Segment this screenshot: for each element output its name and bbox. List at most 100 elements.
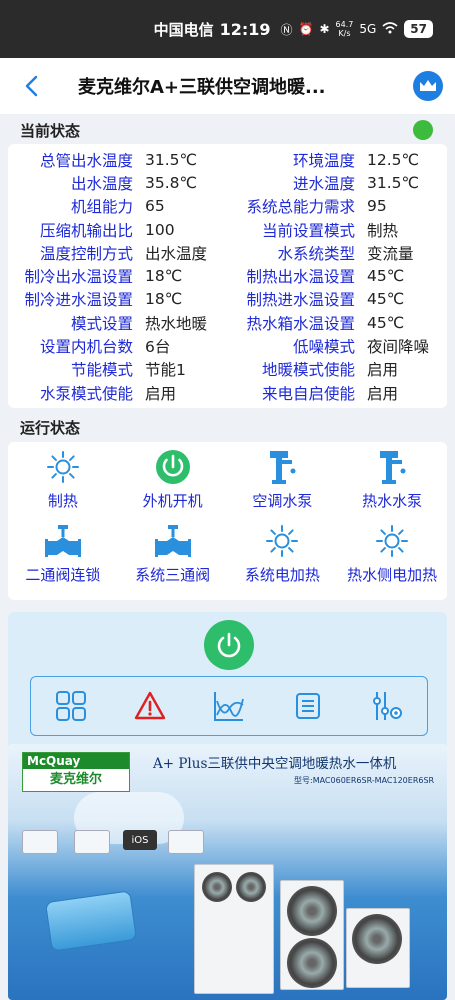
clock: 12:19 [219, 19, 271, 39]
param-value: 热水地暖 [145, 314, 208, 333]
param-value: 启用 [367, 361, 399, 380]
param-value: 启用 [367, 384, 399, 403]
fan-graphic [202, 872, 232, 902]
water-pump-icon [372, 448, 412, 486]
param-label: 当前设置模式 [261, 221, 355, 240]
current-status-title: 当前状态 [20, 121, 81, 140]
device-icon [168, 830, 204, 854]
running-state-item: 二通阀连锁 [8, 522, 118, 596]
running-state-item: 系统电加热 [228, 522, 338, 596]
status-row: 模式设置 热水地暖 热水箱水温设置 45℃ [8, 311, 447, 334]
param-label: 设置内机台数 [39, 338, 133, 357]
param-value: 18℃ [145, 267, 183, 286]
battery-indicator: 57 [404, 20, 433, 38]
valve-icon [153, 522, 193, 560]
sun-icon [372, 522, 412, 560]
running-state-header: 运行状态 [0, 412, 455, 442]
mcquay-logo: McQuay 麦克维尔 [22, 752, 130, 792]
settings-sliders-icon[interactable] [367, 686, 407, 726]
app-header: 麦克维尔A+三联供空调地暖... [0, 58, 455, 114]
param-value: 变流量 [367, 244, 414, 263]
param-label: 机组能力 [70, 198, 133, 217]
current-status-card: 总管出水温度 31.5℃ 环境温度 12.5℃ 出水温度 35.8℃ 进水温度 31.5℃ 机组… [8, 144, 447, 409]
status-row: 总管出水温度 31.5℃ 环境温度 12.5℃ [8, 148, 447, 171]
running-state-item: 制热 [8, 448, 118, 522]
param-value: 出水温度 [145, 244, 208, 263]
power-icon [217, 632, 241, 658]
trend-chart-icon[interactable] [209, 686, 249, 726]
sun-icon [262, 522, 302, 560]
running-state-item: 系统三通阀 [118, 522, 228, 596]
ios-badge: iOS [123, 830, 157, 850]
status-row: 制冷进水温设置 18℃ 制热进水温设置 45℃ [8, 288, 447, 311]
param-value: 31.5℃ [367, 173, 419, 192]
running-state-label: 热水侧电加热 [347, 566, 438, 585]
param-value: 65 [145, 197, 165, 216]
param-label: 进水温度 [292, 174, 355, 193]
param-value: 启用 [145, 384, 177, 403]
status-row: 节能模式 节能1 地暖模式使能 启用 [8, 358, 447, 381]
status-row: 机组能力 65 系统总能力需求 95 [8, 195, 447, 218]
online-status-indicator [413, 120, 433, 140]
running-state-label: 二通阀连锁 [25, 566, 101, 585]
param-label: 总管出水温度 [39, 151, 133, 170]
fan-graphic [287, 886, 337, 936]
crown-icon[interactable] [413, 71, 443, 101]
banner-model: 型号:MAC060ER6SR-MAC120ER6SR [294, 776, 435, 785]
param-label: 水系统类型 [277, 244, 355, 263]
product-banner[interactable]: McQuay 麦克维尔 A+ Plus三联供中央空调地暖热水一体机 型号:MAC… [8, 744, 447, 1000]
status-row: 水泵模式使能 启用 来电自启使能 启用 [8, 381, 447, 404]
carrier-name: 中国电信 [153, 20, 214, 39]
running-state-label: 空调水泵 [252, 492, 313, 511]
nfc-icon: Ⓝ [280, 22, 293, 37]
water-pump-icon [262, 448, 302, 486]
status-bar: 中国电信 12:19 Ⓝ ⏰ ✱ 64.7 K/s 5G 57 [0, 0, 455, 58]
param-value: 12.5℃ [367, 150, 419, 169]
function-toolbar [30, 676, 428, 737]
param-label: 热水箱水温设置 [246, 314, 355, 333]
fan-graphic [287, 938, 337, 988]
alarm-warning-icon[interactable] [130, 686, 170, 726]
param-value: 节能1 [145, 361, 186, 380]
page-title: 麦克维尔A+三联供空调地暖... [78, 77, 326, 98]
grid-menu-icon[interactable] [51, 686, 91, 726]
param-label: 水泵模式使能 [39, 384, 133, 403]
param-label: 地暖模式使能 [261, 361, 355, 380]
valve-icon [43, 522, 83, 560]
status-row: 设置内机台数 6台 低噪模式 夜间降噪 [8, 334, 447, 357]
param-value: 95 [367, 197, 387, 216]
back-arrow-icon[interactable] [24, 74, 48, 98]
param-value: 6台 [145, 338, 171, 357]
status-row: 制冷出水温设置 18℃ 制热出水温设置 45℃ [8, 264, 447, 287]
running-state-item: 空调水泵 [228, 448, 338, 522]
param-value: 制热 [367, 221, 399, 240]
list-icon[interactable] [288, 686, 328, 726]
running-state-row: 制热 外机开机 空调水泵 热水水泵 [8, 448, 447, 522]
param-label: 来电自启使能 [261, 384, 355, 403]
param-value: 夜间降噪 [367, 338, 430, 357]
running-state-label: 制热 [47, 492, 78, 511]
param-value: 45℃ [367, 290, 405, 309]
param-value: 45℃ [367, 267, 405, 286]
param-label: 制冷进水温设置 [24, 291, 133, 310]
param-label: 制冷出水温设置 [24, 268, 133, 287]
device-icon [74, 830, 110, 854]
running-state-item: 外机开机 [118, 448, 228, 522]
running-state-label: 系统三通阀 [135, 566, 211, 585]
param-label: 出水温度 [70, 174, 133, 193]
current-status-header: 当前状态 [0, 116, 455, 144]
fan-graphic [352, 914, 402, 964]
param-label: 制热出水温设置 [246, 268, 355, 287]
power-on-icon [153, 448, 193, 486]
param-label: 温度控制方式 [39, 244, 133, 263]
param-value: 18℃ [145, 290, 183, 309]
param-label: 环境温度 [292, 151, 355, 170]
signal-5g-icon: 5G [359, 22, 377, 36]
running-state-title: 运行状态 [20, 418, 81, 437]
control-panel [8, 612, 447, 751]
power-button[interactable] [204, 620, 254, 671]
param-label: 节能模式 [70, 361, 133, 380]
param-value: 35.8℃ [145, 173, 197, 192]
running-state-row: 二通阀连锁 系统三通阀 系统电加热 热水侧电加热 [8, 522, 447, 596]
fan-graphic [236, 872, 266, 902]
